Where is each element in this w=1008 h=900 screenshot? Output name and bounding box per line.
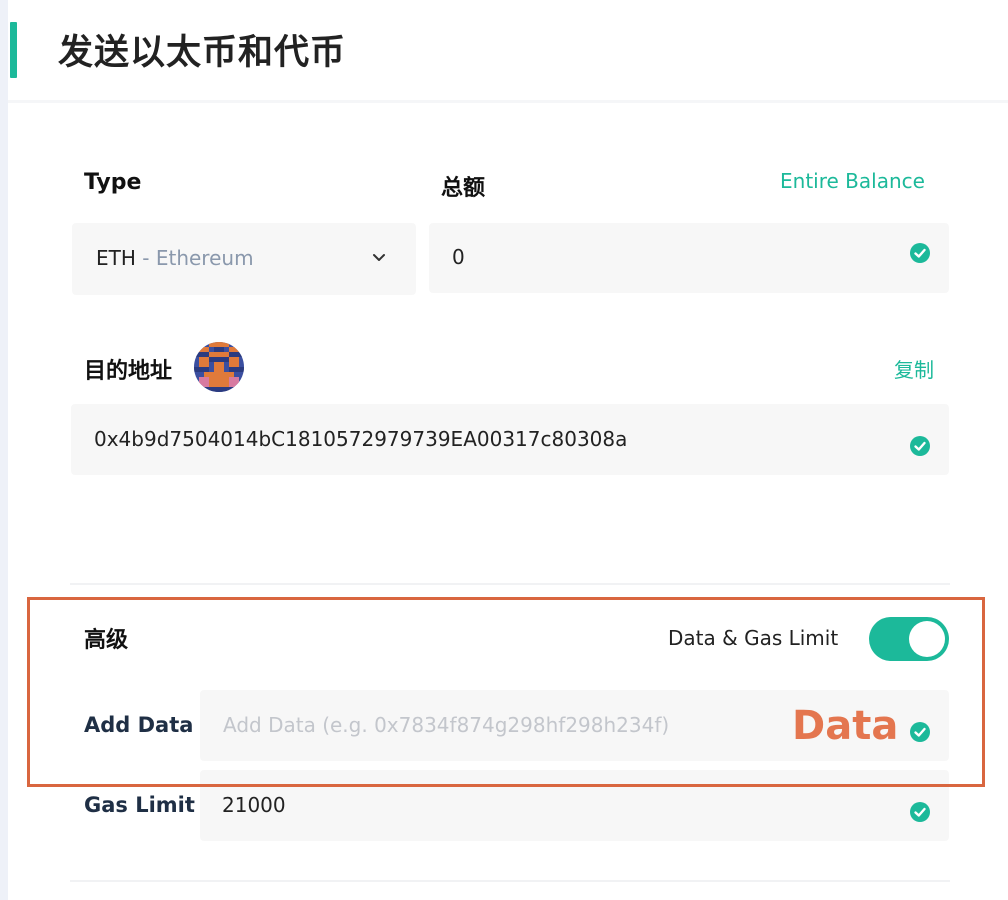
identicon-avatar [194, 342, 244, 392]
data-gas-limit-toggle-label: Data & Gas Limit [668, 626, 839, 650]
chevron-down-icon[interactable] [372, 251, 386, 265]
toggle-knob [909, 621, 945, 657]
section-divider [70, 583, 950, 585]
destination-label: 目的地址 [84, 359, 173, 384]
title-accent-bar [10, 22, 17, 78]
amount-input[interactable]: 0 [429, 223, 949, 293]
add-data-label: Add Data [84, 713, 194, 737]
check-circle-icon [910, 722, 930, 742]
type-label: Type [84, 170, 142, 195]
destination-address-value: 0x4b9d7504014bC1810572979739EA00317c8030… [94, 427, 628, 451]
type-select[interactable]: ETH - Ethereum [72, 223, 416, 295]
check-circle-icon [910, 802, 930, 822]
section-divider [70, 880, 950, 882]
entire-balance-link[interactable]: Entire Balance [780, 169, 925, 193]
gas-limit-label: Gas Limit [84, 793, 195, 817]
annotation-label: Data [792, 703, 899, 749]
advanced-label: 高级 [84, 628, 129, 653]
gas-limit-value: 21000 [222, 793, 286, 817]
amount-value: 0 [452, 245, 465, 269]
copy-address-link[interactable]: 复制 [894, 354, 934, 383]
add-data-placeholder: Add Data (e.g. 0x7834f874g298hf298h234f) [223, 713, 670, 737]
check-circle-icon [910, 243, 930, 263]
type-select-value: ETH - Ethereum [96, 246, 254, 270]
amount-label: 总额 [441, 176, 486, 201]
destination-address-input[interactable]: 0x4b9d7504014bC1810572979739EA00317c8030… [71, 404, 949, 475]
type-symbol: ETH [96, 246, 136, 270]
type-name: - Ethereum [142, 246, 254, 270]
left-sidebar-strip [0, 0, 8, 900]
page-title: 发送以太币和代币 [58, 33, 347, 73]
check-circle-icon [910, 436, 930, 456]
data-gas-limit-toggle[interactable] [869, 617, 949, 661]
gas-limit-input[interactable]: 21000 [200, 770, 949, 841]
header-divider [8, 100, 1008, 103]
